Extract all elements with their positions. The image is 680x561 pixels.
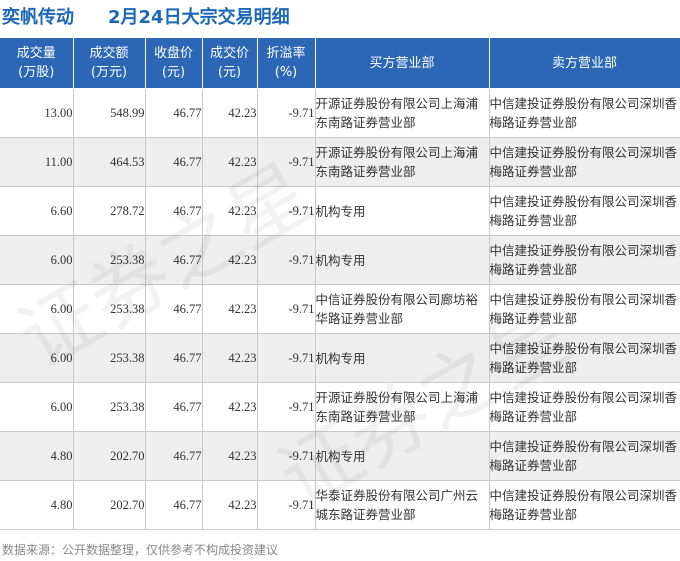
block-trade-table: 成交量 (万股) 成交额 (万元) 收盘价 (元) 成交价 (元) 折溢率 (%) 买方营业部 卖方营… [0, 38, 680, 530]
buyer-branch-cell: 开源证券股份有限公司上海浦东南路证券营业部 [315, 88, 490, 138]
close-price-cell: 46.77 [145, 186, 203, 236]
close-price-cell: 46.77 [145, 480, 203, 530]
table-row: 6.00 253.38 46.77 42.23 -9.71 机构专用 中信建投证券股份有限公… [0, 235, 680, 285]
volume-cell: 4.80 [0, 431, 74, 481]
table-row: 6.00 253.38 46.77 42.23 -9.71 中信证券股份有限公司廊坊裕华路… [0, 284, 680, 334]
column-header: 成交额 (万元) [73, 38, 146, 89]
premium-rate-cell: -9.71 [257, 333, 316, 383]
seller-branch-cell: 中信建投证券股份有限公司深圳香梅路证券营业部 [489, 284, 680, 334]
table-row: 6.00 253.38 46.77 42.23 -9.71 机构专用 中信建投证券股份有限公… [0, 333, 680, 383]
column-header-unit: (%) [274, 65, 298, 80]
buyer-branch-cell: 开源证券股份有限公司上海浦东南路证券营业部 [315, 137, 490, 187]
premium-rate-cell: -9.71 [257, 186, 316, 236]
seller-branch-cell: 中信建投证券股份有限公司深圳香梅路证券营业部 [489, 88, 680, 138]
volume-cell: 6.00 [0, 284, 74, 334]
table-row: 6.00 253.38 46.77 42.23 -9.71 开源证券股份有限公司上海浦东南… [0, 382, 680, 432]
volume-cell: 6.00 [0, 382, 74, 432]
seller-branch-cell: 中信建投证券股份有限公司深圳香梅路证券营业部 [489, 382, 680, 432]
column-header-unit: (元) [217, 65, 242, 80]
table-row: 11.00 464.53 46.77 42.23 -9.71 开源证券股份有限公司上海浦东… [0, 137, 680, 187]
volume-cell: 6.00 [0, 333, 74, 383]
close-price-cell: 46.77 [145, 382, 203, 432]
trade-price-cell: 42.23 [202, 88, 258, 138]
column-header-label: 收盘价 [153, 46, 193, 61]
trade-price-cell: 42.23 [202, 137, 258, 187]
seller-branch-cell: 中信建投证券股份有限公司深圳香梅路证券营业部 [489, 333, 680, 383]
table-row: 13.00 548.99 46.77 42.23 -9.71 开源证券股份有限公司上海浦东… [0, 88, 680, 138]
amount-cell: 548.99 [73, 88, 146, 138]
column-header-unit: (万股) [18, 65, 55, 80]
column-header-unit: (万元) [90, 65, 128, 80]
column-header: 成交量 (万股) [0, 38, 74, 89]
premium-rate-cell: -9.71 [257, 88, 316, 138]
buyer-branch-cell: 机构专用 [315, 186, 490, 236]
column-header-label: 买方营业部 [369, 55, 435, 71]
seller-branch-cell: 中信建投证券股份有限公司深圳香梅路证券营业部 [489, 186, 680, 236]
volume-cell: 6.00 [0, 235, 74, 285]
amount-cell: 202.70 [73, 431, 146, 481]
premium-rate-cell: -9.71 [257, 235, 316, 285]
trade-price-cell: 42.23 [202, 431, 258, 481]
trade-price-cell: 42.23 [202, 480, 258, 530]
premium-rate-cell: -9.71 [257, 137, 316, 187]
buyer-branch-cell: 开源证券股份有限公司上海浦东南路证券营业部 [315, 382, 490, 432]
column-header: 买方营业部 [315, 38, 490, 89]
amount-cell: 253.38 [73, 333, 146, 383]
seller-branch-cell: 中信建投证券股份有限公司深圳香梅路证券营业部 [489, 137, 680, 187]
column-header: 成交价 (元) [202, 38, 258, 89]
amount-cell: 464.53 [73, 137, 146, 187]
column-header: 收盘价 (元) [145, 38, 203, 89]
title-bar: 奕帆传动 2月24日大宗交易明细 [0, 0, 680, 34]
column-header-label: 成交量 [16, 46, 56, 61]
buyer-branch-cell: 华泰证券股份有限公司广州云城东路证券营业部 [315, 480, 490, 530]
seller-branch-cell: 中信建投证券股份有限公司深圳香梅路证券营业部 [489, 235, 680, 285]
volume-cell: 13.00 [0, 88, 74, 138]
close-price-cell: 46.77 [145, 137, 203, 187]
amount-cell: 253.38 [73, 235, 146, 285]
trade-price-cell: 42.23 [202, 333, 258, 383]
column-header-label: 折溢率 [266, 46, 306, 61]
amount-cell: 253.38 [73, 284, 146, 334]
seller-branch-cell: 中信建投证券股份有限公司深圳香梅路证券营业部 [489, 431, 680, 481]
table-row: 4.80 202.70 46.77 42.23 -9.71 机构专用 中信建投证券股份有限公… [0, 431, 680, 481]
seller-branch-cell: 中信建投证券股份有限公司深圳香梅路证券营业部 [489, 480, 680, 530]
column-header: 卖方营业部 [489, 38, 680, 89]
trade-price-cell: 42.23 [202, 382, 258, 432]
trade-price-cell: 42.23 [202, 284, 258, 334]
amount-cell: 253.38 [73, 382, 146, 432]
amount-cell: 202.70 [73, 480, 146, 530]
table-row: 4.80 202.70 46.77 42.23 -9.71 华泰证券股份有限公司广州云城东… [0, 480, 680, 530]
table-row: 6.60 278.72 46.77 42.23 -9.71 机构专用 中信建投证券股份有限公… [0, 186, 680, 236]
trade-price-cell: 42.23 [202, 235, 258, 285]
amount-cell: 278.72 [73, 186, 146, 236]
close-price-cell: 46.77 [145, 333, 203, 383]
buyer-branch-cell: 机构专用 [315, 431, 490, 481]
column-header-label: 卖方营业部 [551, 55, 617, 71]
premium-rate-cell: -9.71 [257, 382, 316, 432]
column-header-label: 成交额 [89, 46, 129, 61]
volume-cell: 11.00 [0, 137, 74, 187]
table-header-row: 成交量 (万股) 成交额 (万元) 收盘价 (元) 成交价 (元) 折溢率 (%) 买方营业部 卖方营… [0, 38, 680, 89]
close-price-cell: 46.77 [145, 284, 203, 334]
data-source-note: 数据来源：公开数据整理，仅供参考不构成投资建议 [2, 543, 279, 557]
stock-name: 奕帆传动 [2, 7, 74, 28]
premium-rate-cell: -9.71 [257, 480, 316, 530]
volume-cell: 6.60 [0, 186, 74, 236]
trade-price-cell: 42.23 [202, 186, 258, 236]
close-price-cell: 46.77 [145, 88, 203, 138]
close-price-cell: 46.77 [145, 235, 203, 285]
buyer-branch-cell: 机构专用 [315, 333, 490, 383]
buyer-branch-cell: 机构专用 [315, 235, 490, 285]
column-header-unit: (元) [161, 65, 186, 80]
buyer-branch-cell: 中信证券股份有限公司廊坊裕华路证券营业部 [315, 284, 490, 334]
premium-rate-cell: -9.71 [257, 284, 316, 334]
premium-rate-cell: -9.71 [257, 431, 316, 481]
volume-cell: 4.80 [0, 480, 74, 530]
page-title: 2月24日大宗交易明细 [108, 7, 290, 28]
close-price-cell: 46.77 [145, 431, 203, 481]
table-body: 13.00 548.99 46.77 42.23 -9.71 开源证券股份有限公司上海浦东… [0, 88, 680, 530]
column-header-label: 成交价 [209, 46, 249, 61]
column-header: 折溢率 (%) [257, 38, 316, 89]
